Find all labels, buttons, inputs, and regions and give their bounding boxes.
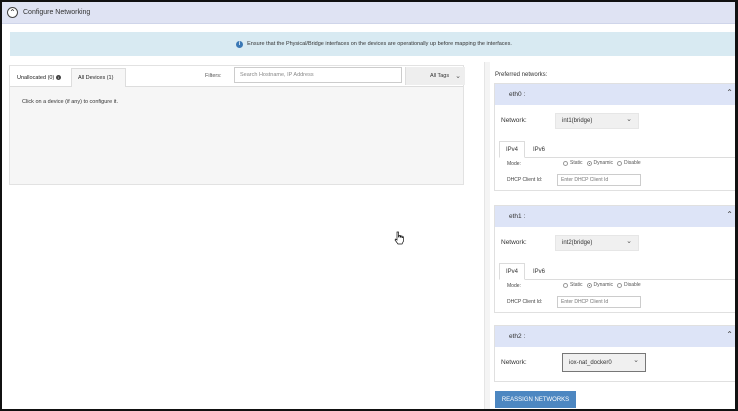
collapse-icon[interactable]: ⌃ <box>7 7 18 18</box>
interface-eth0: eth0 : ⌃ Network: int1(bridge) ⌄ IPv4 IP… <box>494 83 735 191</box>
radio-icon <box>616 160 622 166</box>
tab-unallocated-label: Unallocated (0) <box>17 74 55 81</box>
mode-static-radio[interactable]: Static <box>563 160 583 166</box>
chevron-down-icon: ⌄ <box>455 73 461 80</box>
dhcp-client-id-input[interactable] <box>557 174 641 186</box>
tab-ipv6-label: IPv6 <box>533 146 546 153</box>
mode-dynamic-radio[interactable]: Dynamic <box>586 282 613 288</box>
mode-radio-group: Static Dynamic Disable <box>563 282 645 288</box>
device-hint: Click on a device (if any) to configure … <box>22 99 118 105</box>
reassign-networks-button[interactable]: REASSIGN NETWORKS <box>495 391 576 408</box>
mode-dynamic-label: Dynamic <box>593 160 613 166</box>
mode-label: Mode: <box>507 161 521 167</box>
interface-eth1: eth1 : ⌃ Network: int2(bridge) ⌄ IPv4 IP… <box>494 205 735 313</box>
interface-header[interactable]: eth1 : ⌃ <box>495 206 735 227</box>
mode-static-label: Static <box>570 282 583 288</box>
tab-all-devices-label: All Devices (1) <box>78 75 114 81</box>
network-label: Network: <box>501 359 527 366</box>
radio-icon <box>616 282 622 288</box>
search-input[interactable] <box>234 67 402 83</box>
chevron-down-icon: ⌄ <box>633 357 639 364</box>
tab-ipv6[interactable]: IPv6 <box>527 263 551 280</box>
tab-ipv6[interactable]: IPv6 <box>527 141 551 158</box>
chevron-up-icon[interactable]: ⌃ <box>726 330 733 339</box>
device-panel: Unallocated (0) i All Devices (1) Filter… <box>9 65 465 185</box>
network-label: Network: <box>501 239 527 246</box>
info-icon: i <box>236 40 244 48</box>
chevron-up-icon[interactable]: ⌃ <box>726 88 733 97</box>
mode-label: Mode: <box>507 283 521 289</box>
ip-tabs: IPv4 IPv6 <box>499 138 735 158</box>
tags-dropdown[interactable]: All Tags ⌄ <box>405 67 465 85</box>
chevron-down-icon: ⌄ <box>626 116 632 123</box>
tab-ipv4[interactable]: IPv4 <box>499 141 525 158</box>
mode-dynamic-label: Dynamic <box>593 282 613 288</box>
dhcp-label: DHCP Client Id: <box>507 299 543 305</box>
interface-name: eth0 : <box>509 91 526 98</box>
tab-ipv4-label: IPv4 <box>506 268 519 275</box>
ip-tabs: IPv4 IPv6 <box>499 260 735 280</box>
tags-dropdown-label: All Tags <box>429 73 450 79</box>
interface-eth2: eth2 : ⌃ Network: iox-nat_docker0 ⌄ <box>494 325 735 382</box>
mode-dynamic-radio[interactable]: Dynamic <box>586 160 613 166</box>
section-header[interactable]: ⌃ Configure Networking <box>2 2 735 24</box>
info-icon: i <box>56 75 62 80</box>
network-select[interactable]: int1(bridge) ⌄ <box>555 113 639 129</box>
configure-networking-window: ⌃ Configure Networking i Ensure that the… <box>0 0 738 411</box>
radio-checked-icon <box>586 282 592 288</box>
interface-name: eth2 : <box>509 333 526 340</box>
mode-disable-radio[interactable]: Disable <box>616 282 641 288</box>
mode-static-label: Static <box>570 160 583 166</box>
preferred-networks-label: Preferred networks: <box>495 72 548 78</box>
interface-header[interactable]: eth0 : ⌃ <box>495 84 735 105</box>
interface-header[interactable]: eth2 : ⌃ <box>495 326 735 347</box>
filters-label: Filters: <box>205 73 222 79</box>
info-banner: i Ensure that the Physical/Bridge interf… <box>10 32 735 56</box>
dhcp-client-id-input[interactable] <box>557 296 641 308</box>
network-select-value: int2(bridge) <box>562 240 593 246</box>
tab-unallocated[interactable]: Unallocated (0) i <box>11 68 69 87</box>
tab-ipv4[interactable]: IPv4 <box>499 263 525 280</box>
network-select[interactable]: int2(bridge) ⌄ <box>555 235 639 251</box>
hand-cursor-icon <box>394 231 404 245</box>
radio-icon <box>563 160 568 166</box>
network-select-value: int1(bridge) <box>562 118 593 124</box>
radio-icon <box>563 282 568 288</box>
mode-radio-group: Static Dynamic Disable <box>563 160 645 166</box>
panel-divider[interactable] <box>484 62 490 409</box>
dhcp-label: DHCP Client Id: <box>507 177 543 183</box>
tab-ipv4-label: IPv4 <box>506 146 519 153</box>
device-tabs: Unallocated (0) i All Devices (1) Filter… <box>10 66 465 87</box>
mode-disable-radio[interactable]: Disable <box>616 160 641 166</box>
network-select-value: iox-nat_docker0 <box>569 359 612 366</box>
section-title: Configure Networking <box>23 9 91 16</box>
network-label: Network: <box>501 117 527 124</box>
chevron-down-icon: ⌄ <box>626 238 632 245</box>
tab-ipv6-label: IPv6 <box>533 268 546 275</box>
mode-static-radio[interactable]: Static <box>563 282 583 288</box>
radio-checked-icon <box>586 160 592 166</box>
tab-all-devices[interactable]: All Devices (1) <box>71 68 126 87</box>
info-banner-text: Ensure that the Physical/Bridge interfac… <box>247 41 512 47</box>
network-select[interactable]: iox-nat_docker0 ⌄ <box>562 353 646 372</box>
mode-disable-label: Disable <box>623 282 641 288</box>
chevron-up-icon[interactable]: ⌃ <box>726 210 733 219</box>
mode-disable-label: Disable <box>623 160 641 166</box>
interface-name: eth1 : <box>509 213 526 220</box>
